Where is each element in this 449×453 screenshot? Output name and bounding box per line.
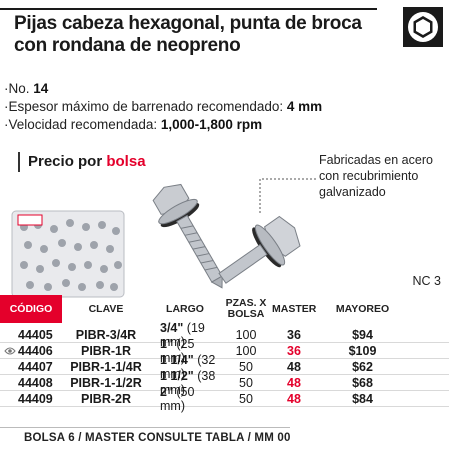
cell-price: $109 (348, 343, 377, 358)
price-per-label: Precio por bolsa (18, 152, 146, 172)
cell-largo: 2" (50 mm) (160, 384, 195, 413)
spec-list: ·No. 14 ·Espesor máximo de barrenado rec… (4, 80, 322, 134)
spec-thickness: ·Espesor máximo de barrenado recomendado… (4, 99, 323, 114)
cell-master: 48 (287, 359, 301, 374)
cell-clave: PIBR-1-1/2R (70, 375, 142, 390)
header-largo: LARGO (166, 303, 204, 315)
cell-pzas: 50 (239, 391, 253, 406)
cell-price: $84 (352, 391, 373, 406)
header-mayoreo: MAYOREO (335, 303, 390, 315)
cell-price: $62 (352, 359, 373, 374)
fabrication-note: Fabricadas en acero con recubrimiento ga… (319, 153, 433, 199)
cell-code: 44408 (18, 375, 53, 390)
table-row: 44408 PIBR-1-1/2R 1 1/2" (38 mm) 50 48 $… (0, 369, 449, 397)
cell-clave: PIBR-1R (80, 343, 131, 358)
spec-speed: ·Velocidad recomendada: 1,000-1,800 rpm (4, 117, 263, 132)
cell-master: 36 (287, 343, 301, 358)
cell-pzas: 100 (235, 343, 257, 358)
cell-code: 44405 (18, 327, 53, 342)
cell-master: 36 (287, 327, 301, 342)
header-code: CÓDIGO (0, 295, 62, 323)
table-row: 44409 PIBR-2R 2" (50 mm) 50 48 $84 (0, 385, 449, 413)
table-row: 44405 PIBR-3/4R 3/4" (19 mm) 100 36 $94 (0, 321, 449, 349)
cell-pzas: 100 (235, 327, 257, 342)
cell-clave: PIBR-3/4R (75, 327, 137, 342)
product-table: CÓDIGO CLAVE LARGO PZAS. X BOLSA MASTER … (0, 291, 449, 413)
cell-price: $94 (352, 327, 373, 342)
eye-icon (4, 347, 16, 355)
cell-code: 44409 (18, 391, 53, 406)
table-row: 44407 PIBR-1-1/4R 1 1/4" (32 mm) 50 48 $… (0, 353, 449, 381)
footer-rule (0, 427, 290, 428)
product-title: Pijas cabeza hexagonal, punta de broca c… (14, 13, 362, 56)
cell-master: 48 (287, 391, 301, 406)
cell-clave: PIBR-2R (80, 391, 131, 406)
cell-price: $68 (352, 375, 373, 390)
table-row: 44406 PIBR-1R 1" (25 mm) 100 36 $109 (0, 337, 449, 365)
bag-image (11, 210, 125, 298)
cell-master: 48 (287, 375, 301, 390)
cell-code: 44407 (18, 359, 53, 374)
footer-note: BOLSA 6 / MASTER CONSULTE TABLA / MM 00 (24, 432, 291, 444)
hex-head-icon (403, 7, 443, 47)
title-rule (0, 8, 377, 10)
header-pzas: PZAS. X BOLSA (225, 297, 267, 320)
screws-image (152, 183, 301, 289)
cell-pzas: 50 (239, 375, 253, 390)
table-header: CÓDIGO CLAVE LARGO PZAS. X BOLSA MASTER … (0, 291, 449, 327)
spec-number: ·No. 14 (4, 81, 49, 96)
cell-pzas: 50 (239, 359, 253, 374)
cell-clave: PIBR-1-1/4R (70, 359, 142, 374)
header-master: MASTER (272, 303, 317, 315)
header-clave: CLAVE (88, 303, 124, 315)
nc-code: NC 3 (412, 274, 441, 288)
